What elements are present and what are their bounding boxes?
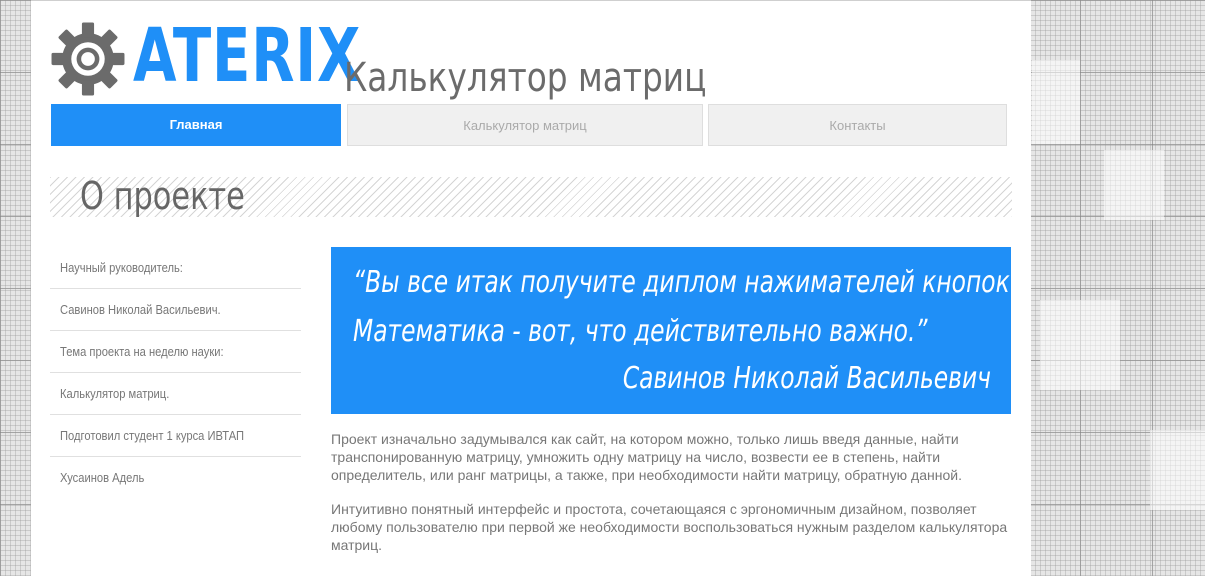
section-header: О проекте — [50, 174, 1012, 218]
quote-author: Савинов Николай Васильевич — [622, 361, 991, 396]
nav-item-matrix-calculator[interactable]: Калькулятор матриц — [347, 104, 703, 146]
sidebar-item-topic-label: Тема проекта на неделю науки: — [50, 331, 301, 373]
background-pattern-tile — [1040, 300, 1120, 390]
quote-block: “Вы все итак получите диплом нажимателей… — [331, 247, 1017, 414]
gear-icon — [50, 21, 126, 97]
background-pattern-tile — [1104, 150, 1164, 220]
quote-line-1: “Вы все итак получите диплом нажимателей… — [353, 265, 1018, 300]
content-paragraph-1: Проект изначально задумывался как сайт, … — [331, 431, 962, 483]
sidebar: Научный руководитель: Савинов Николай Ва… — [50, 247, 301, 498]
page-container: ATERIX Калькулятор матриц Главная Кальку… — [31, 0, 1031, 576]
sidebar-item-author-label: Подготовил студент 1 курса ИВТАП — [50, 415, 301, 457]
content-paragraph-2: Интуитивно понятный интерфейс и простота… — [331, 501, 1008, 553]
sidebar-item-supervisor-name: Савинов Николай Васильевич. — [50, 289, 301, 331]
nav-item-contacts[interactable]: Контакты — [708, 104, 1007, 146]
sidebar-item-author-name: Хусаинов Адель — [60, 470, 145, 485]
main-content: Проект изначально задумывался как сайт, … — [331, 430, 1021, 570]
quote-line-2: Математика - вот, что действительно важн… — [353, 314, 928, 349]
sidebar-item-topic-name: Калькулятор матриц. — [50, 373, 301, 415]
section-title: О проекте — [80, 174, 245, 218]
site-title: Калькулятор матриц — [344, 55, 707, 101]
logo-text[interactable]: ATERIX — [133, 11, 361, 101]
background-pattern-tile — [1150, 430, 1205, 510]
nav-item-home[interactable]: Главная — [51, 104, 341, 146]
background-pattern-tile — [1032, 60, 1080, 144]
sidebar-item-supervisor-label: Научный руководитель: — [50, 247, 301, 289]
